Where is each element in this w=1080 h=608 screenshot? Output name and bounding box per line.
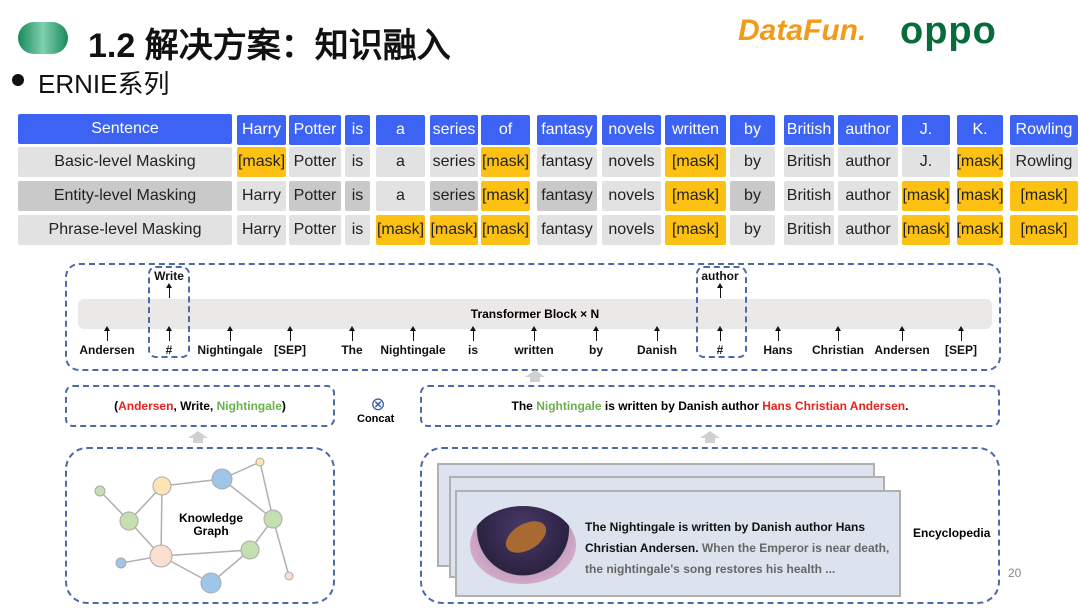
graph-node [119,511,139,531]
page-number: 20 [1008,566,1022,580]
encyclopedia-text: The Nightingale is written by Danish aut… [585,517,897,580]
label: Graph [193,524,229,538]
graph-node [200,572,222,594]
nightingale-image [470,506,576,584]
graph-node [263,509,283,529]
graph-node [94,485,106,497]
graph-node [115,557,127,569]
graph-node [284,571,294,581]
encyclopedia-label: Encyclopedia [913,526,991,540]
graph-node [255,457,265,467]
knowledge-graph-label: Knowledge Graph [170,512,252,538]
graph-node [211,468,233,490]
graph-node [152,476,172,496]
graph-node [149,544,173,568]
graph-edge [160,549,251,557]
graph-node [240,540,260,560]
